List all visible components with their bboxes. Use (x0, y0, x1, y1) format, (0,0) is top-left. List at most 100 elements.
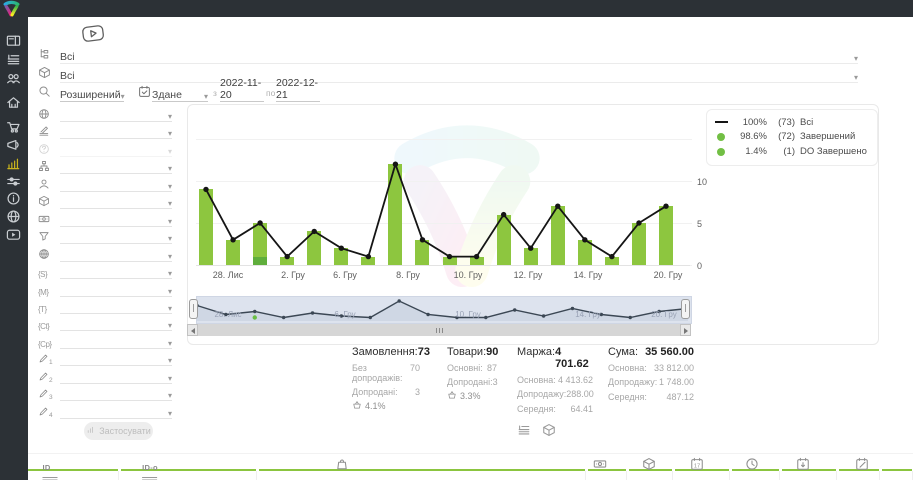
chevron-down-icon: ▾ (168, 288, 172, 296)
chevron-down-icon: ▾ (168, 148, 172, 156)
navigator-handle-right[interactable] (681, 299, 690, 319)
filter-select-custom-field-3[interactable]: ▾ (60, 385, 172, 401)
column-clock-icon[interactable] (745, 457, 759, 476)
column-caledit-icon[interactable] (855, 457, 869, 476)
basket-icon (447, 390, 457, 402)
filter-select-tag-t[interactable]: ▾ (60, 298, 172, 314)
date-field-select[interactable]: Здане ▾ (152, 84, 208, 102)
filter-select-status-custom[interactable]: ▾ (60, 123, 172, 139)
products-select-value: Всі (60, 70, 75, 82)
filter-select-site[interactable]: ▾ (60, 246, 172, 262)
x-axis-label: 2. Гру (281, 270, 305, 280)
custom-field-4-icon: 4 (38, 404, 53, 422)
apply-button[interactable]: Застосувати (84, 422, 153, 440)
chevron-down-icon: ▾ (168, 253, 172, 261)
filter-select-structure[interactable]: ▾ (60, 158, 172, 174)
column-cal17-icon[interactable]: 17 (690, 457, 704, 476)
app-logo-icon[interactable] (3, 0, 20, 17)
sidebar-item-marketing[interactable] (6, 137, 22, 153)
navigator-handle-left[interactable] (189, 299, 198, 319)
sidebar-item-orders[interactable] (6, 52, 22, 68)
tag-t-icon: {T} (38, 299, 47, 317)
x-axis-label: 28. Лис (213, 270, 243, 280)
filter-select-tag-m[interactable]: ▾ (60, 281, 172, 297)
navigator-label: 20. Гру (651, 310, 677, 319)
view-orders-toggle[interactable] (517, 423, 533, 439)
bar-completed (253, 223, 267, 257)
sidebar-item-dashboard[interactable] (6, 33, 22, 49)
sidebar-item-automation[interactable] (6, 174, 22, 190)
scrollbar-grip[interactable] (436, 328, 443, 333)
sidebar-item-info[interactable] (6, 191, 22, 207)
filter-select-custom-field-4[interactable]: ▾ (60, 403, 172, 419)
products-select[interactable]: Всі ▾ (60, 65, 858, 83)
bar-completed (659, 206, 673, 265)
filter-select-custom-field-1[interactable]: ▾ (60, 350, 172, 366)
x-axis-label: 8. Гру (396, 270, 420, 280)
bar-completed (388, 164, 402, 265)
column-caldown-icon[interactable] (796, 457, 810, 476)
filter-select-manager[interactable]: ▾ (60, 176, 172, 192)
stat-title: Замовлення: (352, 346, 418, 358)
site-icon (38, 247, 50, 265)
filter-select-tag-s[interactable]: ▾ (60, 263, 172, 279)
column-cube-icon[interactable] (642, 457, 656, 476)
bar-completed (415, 240, 429, 265)
filter-select-custom-field-2[interactable]: ▾ (60, 368, 172, 384)
sidebar-item-integrations[interactable] (6, 209, 22, 225)
stat-title: Маржа: (517, 346, 555, 370)
filter-select-tag-ct[interactable]: ▾ (60, 315, 172, 331)
chevron-down-icon: ▾ (854, 55, 858, 63)
search-mode-select[interactable]: Розширений ▾ (60, 84, 124, 102)
x-axis-label: 12. Гру (514, 270, 543, 280)
legend-item[interactable]: 100%(73)Всі (715, 115, 813, 129)
legend-item[interactable]: 98.6%(72)Завершений (715, 130, 855, 144)
filter-select-payment[interactable]: ▾ (60, 211, 172, 227)
filter-select-country[interactable]: ▾ (60, 106, 172, 122)
bar-completed (226, 240, 240, 265)
scrollbar-right-button[interactable] (680, 324, 691, 336)
bar-completed (551, 206, 565, 265)
sidebar-item-warehouse[interactable] (6, 95, 22, 111)
chevron-down-icon: ▾ (168, 410, 172, 418)
sidebar-item-customers[interactable] (6, 71, 22, 87)
chevron-down-icon: ▾ (168, 270, 172, 278)
date-from-label: з (213, 88, 217, 98)
chart-bars-icon (86, 425, 96, 437)
navigator-label: 6. Гру (334, 310, 355, 319)
sidebar-item-statistics[interactable] (6, 156, 22, 172)
filter-select-product[interactable]: ▾ (60, 193, 172, 209)
scrollbar-left-button[interactable] (187, 324, 198, 336)
statuses-select[interactable]: Всі ▾ (60, 46, 858, 64)
custom-field-3-icon: 3 (38, 386, 53, 404)
navigator-label: 28. Лис (214, 310, 241, 319)
date-field-value: Здане (152, 89, 182, 101)
payment-icon (38, 212, 50, 230)
crm-statistics-page: Всі ▾ Всі ▾ Розширений ▾ Здане ▾ з 2022-… (0, 0, 913, 480)
filter-select-funnel[interactable]: ▾ (60, 228, 172, 244)
stat-column: Маржа:4 701.62Основна:4 413.62Допродажу:… (517, 346, 593, 414)
bar-completed (470, 257, 484, 265)
view-products-toggle[interactable] (542, 423, 558, 439)
source-structure-icon (38, 47, 51, 65)
sidebar-item-purchases[interactable] (6, 119, 22, 135)
custom-field-1-icon: 1 (38, 351, 53, 369)
column-bag-icon[interactable] (335, 457, 349, 476)
video-hint-icon[interactable] (80, 24, 106, 43)
column-id-list-icon[interactable]: ID (43, 457, 58, 478)
chevron-down-icon: ▾ (168, 340, 172, 348)
bar-do-completed (253, 257, 267, 265)
legend-item[interactable]: 1.4%(1)DO Завершено (715, 145, 867, 159)
sidebar (0, 17, 28, 480)
sidebar-item-tutorials[interactable] (6, 227, 22, 243)
date-to-label: по (266, 88, 275, 98)
bar-completed (578, 240, 592, 265)
date-to-input[interactable]: 2022-12-21 (276, 84, 320, 102)
column-banknote-icon[interactable] (593, 457, 607, 476)
filter-select-tag-cp[interactable]: ▾ (60, 333, 172, 349)
tag-s-icon: {S} (38, 264, 47, 282)
legend-swatch (715, 133, 731, 141)
chart-navigator[interactable] (196, 296, 692, 324)
date-from-input[interactable]: 2022-11-20 (220, 84, 264, 102)
column-id-o-icon[interactable]: ID-о (142, 457, 158, 478)
